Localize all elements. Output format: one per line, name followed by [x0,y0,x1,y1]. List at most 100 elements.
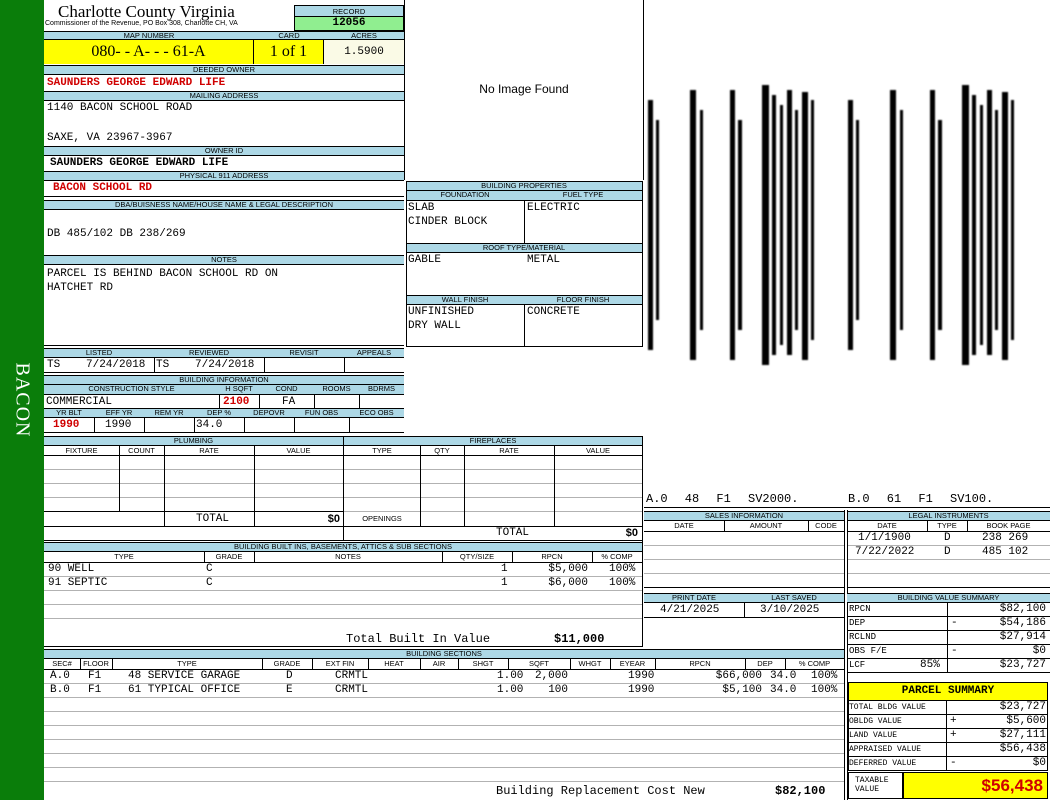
parcel-row-sign: + [950,715,957,727]
builtins-col-comp: % COMP [601,552,633,561]
taxable-label-2: VALUE [855,785,880,794]
fireplace-col-type: TYPE [372,446,392,455]
builtins-label: BUILDING BUILT INS, BASEMENTS, ATTICS & … [44,542,642,552]
fireplace-total: $0 [625,527,638,539]
listed-by: TS [47,359,61,371]
sections-col-5: HEAT [384,659,404,668]
builtins-col-grade: GRADE [215,552,243,561]
section-row-1-ext: CRMTL [335,670,369,682]
funobs-label: FUN OBS [294,408,349,418]
sections-col-10: EYEAR [619,659,646,668]
fireplace-col-qty: QTY [434,446,450,455]
hsqft-label: H SQFT [219,385,259,395]
value-summary-key: RCLND [849,632,877,642]
value-summary-sign: - [951,617,958,629]
physical-address-label: PHYSICAL 911 ADDRESS [44,171,404,181]
map-number-label: MAP NUMBER [44,31,254,40]
section-row-2-shgt: 1.00 [497,684,524,696]
notes-line1: PARCEL IS BEHIND BACON SCHOOL RD ON [47,268,279,280]
plumbing-label: PLUMBING [44,436,343,446]
acres-label: ACRES [324,31,404,40]
section-row-2-floor: F1 [88,684,102,696]
fireplace-col-rate: RATE [499,446,519,455]
depreciation: 34.0 [196,419,223,431]
effective-year: 1990 [105,419,132,431]
parcel-row-value: $0 [1032,757,1046,769]
map-number: 080- - A- - - 61-A [44,40,254,64]
value-summary-value: $54,186 [999,617,1046,629]
section-row-1-comp: 100% [811,670,838,682]
builtin-total: $11,000 [554,632,605,646]
building-sketch: A.0 48 F1 SV2000. B.0 61 F1 SV100. [644,0,1050,508]
plumbing-total: $0 [327,513,340,525]
wall-label: WALL FINISH [406,295,524,305]
sections-col-1: FLOOR [83,659,109,668]
legal-col-type: TYPE [937,521,957,530]
section-row-1-type: 48 SERVICE GARAGE [128,670,241,682]
mailing-line2: SAXE, VA 23967-3967 [47,132,173,144]
value-summary-key: LCF [849,660,866,670]
section-row-1-shgt: 1.00 [497,670,524,682]
builtin-row-2-comp: 100% [609,577,636,589]
builtin-row-2-grade: C [206,577,213,589]
sales-col-amount: AMOUNT [749,521,783,530]
card-value: 1 of 1 [254,40,324,64]
section-row-1-eyear: 1990 [628,670,655,682]
parcel-row-key: APPRAISED VALUE [849,745,922,754]
plumbing-total-label: TOTAL [196,513,230,525]
record-value: 12056 [295,17,403,30]
legal-col-date: DATE [877,521,897,530]
property-image: No Image Found [404,0,644,180]
style-label: CONSTRUCTION STYLE [44,385,219,395]
yrblt-label: YR BLT [44,408,94,418]
legal-col-book: BOOK PAGE [986,521,1031,530]
sections-col-7: SHGT [472,659,494,668]
sketch-caption-a: A.0 48 F1 SV2000. [646,492,799,506]
card-label: CARD [254,31,324,40]
legal-row-2-date: 7/22/2022 [855,546,915,558]
wall-finish-2: DRY WALL [408,320,461,332]
value-summary-key: RPCN [849,604,871,614]
taxable-label: TAXABLE VALUE [848,772,903,799]
sections-col-4: EXT FIN [325,659,355,668]
sales-col-date: DATE [674,521,694,530]
fireplace-total-label: TOTAL [496,527,530,539]
fireplace-col-value: VALUE [585,446,611,455]
section-row-1-grade: D [286,670,293,682]
parcel-summary-title: PARCEL SUMMARY [848,682,1048,701]
builtin-row-1-rpcn: $5,000 [548,563,588,575]
value-summary-value: $0 [1032,645,1046,657]
commissioner-line: Commissioner of the Revenue, PO Box 308,… [45,20,238,27]
physical-address: BACON SCHOOL RD [53,182,153,194]
section-row-2-comp: 100% [811,684,838,696]
roof-label: ROOF TYPE/MATERIAL [406,243,642,253]
fuel-type: ELECTRIC [527,202,580,214]
parcel-row-key: DEFERRED VALUE [849,759,917,768]
section-row-2-sec: B.0 [50,684,70,696]
sections-col-0: SEC# [52,659,72,668]
value-summary-sign: - [951,645,958,657]
value-summary-value: $27,914 [999,631,1046,643]
plumbing-col-count: COUNT [128,446,155,455]
parcel-row-sign: + [950,729,957,741]
deeded-owner-label: DEEDED OWNER [44,65,404,75]
sections-col-13: % COMP [798,659,831,668]
parcel-row-sign: - [950,757,957,769]
parcel-row-value: $23,727 [999,701,1046,713]
effyr-label: EFF YR [94,408,144,418]
revisit-label: REVISIT [264,348,344,358]
parcel-row-value: $56,438 [999,743,1046,755]
section-row-2-type: 61 TYPICAL OFFICE [128,684,241,696]
taxable-value: $56,438 [903,772,1048,799]
sidebar: BACON [0,0,44,800]
last-saved-date: 3/10/2025 [760,604,820,616]
rcn-value: $82,100 [775,784,826,798]
value-summary-percent: 85% [920,659,940,671]
last-saved-label: LAST SAVED [744,593,844,603]
print-date-label: PRINT DATE [644,593,744,603]
record-label: RECORD [295,6,403,17]
reviewed-by: TS [156,359,170,371]
ecoobs-label: ECO OBS [349,408,404,418]
legal-row-1-type: D [944,532,951,544]
wall-finish-1: UNFINISHED [408,306,475,318]
